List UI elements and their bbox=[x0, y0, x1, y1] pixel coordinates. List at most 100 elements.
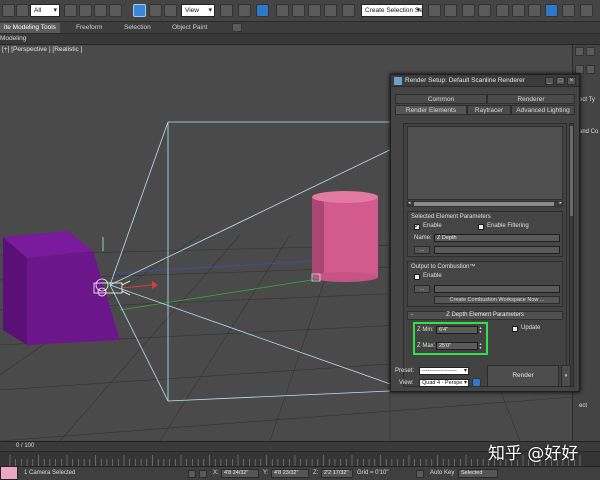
zdepth-rollout-header[interactable]: - Z Depth Element Parameters bbox=[407, 311, 563, 320]
align-icon[interactable] bbox=[444, 4, 457, 17]
preset-label: Preset: bbox=[395, 368, 415, 374]
angle-snap-icon[interactable] bbox=[292, 4, 305, 17]
dialog-scroll-thumb[interactable] bbox=[570, 126, 573, 216]
shapes-icon[interactable] bbox=[586, 65, 595, 74]
edit-named-selection-icon[interactable] bbox=[342, 4, 355, 17]
elements-list-scrollbar[interactable]: ◂ ▸ bbox=[407, 200, 563, 207]
render-button[interactable]: Render bbox=[487, 365, 559, 387]
pink-cylinder[interactable] bbox=[312, 191, 378, 282]
dialog-scrollbar[interactable] bbox=[569, 123, 574, 387]
reference-coordinate-dropdown[interactable]: View bbox=[181, 4, 215, 17]
app-icon bbox=[394, 77, 402, 85]
select-manipulate-icon[interactable] bbox=[238, 4, 251, 17]
window-crossing-icon[interactable] bbox=[109, 4, 122, 17]
curve-editor-icon[interactable] bbox=[496, 4, 509, 17]
enable-filtering-checkbox[interactable] bbox=[478, 224, 484, 230]
close-icon[interactable]: × bbox=[567, 77, 576, 85]
zmin-spinner-arrows-icon[interactable]: ▴ ▾ bbox=[478, 326, 483, 334]
create-combustion-workspace-button[interactable]: Create Combustion Workspace Now ... bbox=[434, 296, 560, 304]
minimize-icon[interactable]: _ bbox=[545, 77, 554, 85]
tab-object-paint[interactable]: Object Paint bbox=[168, 23, 211, 33]
select-and-rotate-icon[interactable] bbox=[149, 4, 162, 17]
zmax-spinner[interactable]: 25'0" bbox=[436, 342, 478, 350]
tab-common[interactable]: Common bbox=[395, 94, 487, 104]
element-name-field[interactable]: Z Depth bbox=[434, 234, 560, 242]
z-coordinate-field[interactable]: 2'2 17/32" bbox=[321, 469, 353, 478]
select-and-move-icon[interactable] bbox=[133, 4, 146, 17]
view-dropdown[interactable]: Quad 4 - Perspe bbox=[419, 379, 469, 387]
axis-line-x bbox=[114, 259, 331, 274]
y-coordinate-field[interactable]: 4'8 23/32" bbox=[271, 469, 309, 478]
name-and-color-label: and Co bbox=[579, 129, 599, 135]
x-coordinate-field[interactable]: 4'8 24/32" bbox=[221, 469, 259, 478]
select-object-icon[interactable] bbox=[64, 4, 77, 17]
tab-render-elements[interactable]: Render Elements bbox=[395, 105, 467, 115]
mirror-icon[interactable] bbox=[428, 4, 441, 17]
layer-manager-icon[interactable] bbox=[462, 4, 475, 17]
render-setup-dialog: Render Setup: Default Scanline Renderer … bbox=[390, 74, 580, 392]
render-elements-list[interactable] bbox=[407, 126, 563, 200]
tab-raytracer[interactable]: Raytracer bbox=[467, 105, 511, 115]
absolute-mode-icon[interactable] bbox=[199, 470, 207, 478]
key-filter-dropdown[interactable]: Selected bbox=[458, 469, 498, 478]
undo-icon[interactable] bbox=[2, 4, 15, 17]
scroll-left-icon[interactable]: ◂ bbox=[408, 200, 411, 206]
modify-tab-icon[interactable] bbox=[586, 47, 595, 56]
ribbon-options-icon[interactable] bbox=[232, 23, 242, 32]
tab-freeform[interactable]: Freeform bbox=[72, 23, 106, 33]
lock-view-icon[interactable] bbox=[472, 378, 481, 387]
graphite-toggle-icon[interactable] bbox=[478, 4, 491, 17]
create-tab-icon[interactable] bbox=[575, 47, 584, 56]
ribbon-tabs: ite Modeling Tools Freeform Selection Ob… bbox=[0, 22, 600, 34]
zmax-spinner-arrows-icon[interactable]: ▴ ▾ bbox=[478, 342, 483, 350]
select-and-scale-icon[interactable] bbox=[164, 4, 177, 17]
tab-graphite-modeling[interactable]: ite Modeling Tools bbox=[0, 23, 60, 33]
rendered-frame-window-icon[interactable] bbox=[562, 4, 575, 17]
auto-key-label[interactable]: Auto Key bbox=[430, 470, 454, 476]
dialog-title-bar[interactable]: Render Setup: Default Scanline Renderer … bbox=[391, 75, 579, 87]
dialog-title: Render Setup: Default Scanline Renderer bbox=[405, 77, 525, 84]
render-production-icon[interactable] bbox=[580, 4, 593, 17]
preset-dropdown[interactable]: ------------------- bbox=[419, 367, 469, 375]
rectangular-region-icon[interactable] bbox=[94, 4, 107, 17]
update-checkbox[interactable] bbox=[512, 326, 518, 332]
element-browse-button[interactable]: ... bbox=[414, 246, 430, 254]
render-options-arrow-icon[interactable]: ▾ bbox=[561, 365, 571, 387]
select-by-name-icon[interactable] bbox=[79, 4, 92, 17]
pivot-center-icon[interactable] bbox=[220, 4, 233, 17]
tab-renderer[interactable]: Renderer bbox=[487, 94, 575, 104]
combustion-path-field[interactable] bbox=[434, 285, 560, 293]
selection-filter-dropdown[interactable]: All bbox=[30, 4, 60, 17]
status-bar: 1 Camera Selected X: 4'8 24/32" Y: 4'8 2… bbox=[0, 466, 600, 480]
zmin-spinner[interactable]: 6'4" bbox=[436, 326, 478, 334]
material-editor-icon[interactable] bbox=[528, 4, 541, 17]
enable-checkbox[interactable] bbox=[414, 222, 420, 230]
tab-advanced-lighting[interactable]: Advanced Lighting bbox=[511, 105, 575, 115]
schematic-view-icon[interactable] bbox=[512, 4, 525, 17]
render-setup-icon[interactable] bbox=[545, 4, 558, 17]
percent-snap-icon[interactable] bbox=[308, 4, 321, 17]
tab-selection[interactable]: Selection bbox=[120, 23, 155, 33]
rollout-collapse-icon[interactable]: - bbox=[411, 312, 413, 319]
lock-selection-icon[interactable] bbox=[188, 470, 196, 478]
combustion-enable-checkbox[interactable] bbox=[414, 274, 420, 280]
viewport-label[interactable]: [+] [Perspective ] [Realistic ] bbox=[2, 46, 82, 53]
geometry-icon[interactable] bbox=[575, 65, 584, 74]
spinner-snap-icon[interactable] bbox=[324, 4, 337, 17]
grid-size-text: Grid = 0'10" bbox=[357, 470, 389, 476]
element-output-path-field[interactable] bbox=[434, 246, 560, 254]
enable-filtering-label: Enable Filtering bbox=[487, 223, 529, 229]
maxscript-listener[interactable] bbox=[0, 466, 18, 480]
axis-line-green bbox=[119, 278, 319, 311]
scroll-right-icon[interactable]: ▸ bbox=[559, 200, 562, 206]
elements-scroll-thumb[interactable] bbox=[414, 202, 554, 206]
link-icon[interactable] bbox=[16, 4, 29, 17]
combustion-title: Output to Combustion™ bbox=[411, 264, 476, 270]
combustion-enable-label: Enable bbox=[423, 273, 442, 279]
maximize-icon[interactable]: □ bbox=[556, 77, 565, 85]
keyboard-shortcut-icon[interactable] bbox=[256, 4, 269, 17]
set-key-icon[interactable] bbox=[416, 470, 424, 478]
snaps-toggle-icon[interactable] bbox=[276, 4, 289, 17]
named-selection-dropdown[interactable]: Create Selection Se bbox=[361, 4, 423, 17]
combustion-browse-button[interactable]: ... bbox=[414, 285, 430, 293]
